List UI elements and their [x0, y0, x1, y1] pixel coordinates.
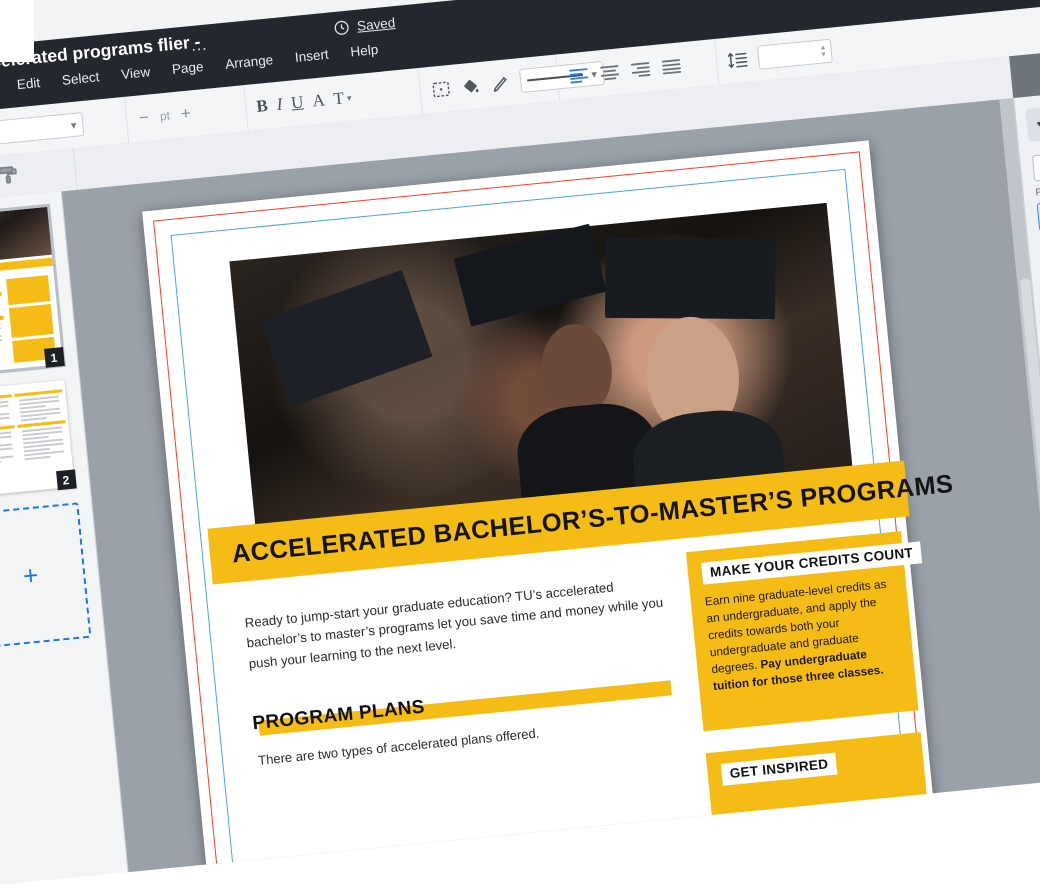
get-inspired-title: GET INSPIRED [721, 753, 837, 786]
title-overflow-icon[interactable]: … [189, 34, 209, 56]
credits-callout-box[interactable]: MAKE YOUR CREDITS COUNT Earn nine gradua… [686, 531, 919, 731]
line-spacing-icon[interactable] [726, 49, 750, 71]
text-color-button[interactable]: A [312, 90, 326, 111]
canvas-area[interactable]: ACCELERATED BACHELOR’S-TO-MASTER’S PROGR… [62, 99, 1040, 872]
thumb2-columns [0, 380, 72, 471]
chevron-down-icon: ▾ [1036, 119, 1040, 130]
menu-arrange[interactable]: Arrange [225, 52, 274, 72]
page-thumbnail-1[interactable]: 1 [0, 207, 62, 374]
text-options-button[interactable]: T [333, 88, 345, 109]
border-icon[interactable] [430, 77, 453, 100]
clock-icon [332, 19, 351, 38]
menu-view[interactable]: View [120, 64, 150, 82]
page-thumbnail-2[interactable]: 2 [0, 380, 74, 497]
font-size-decrease[interactable]: − [136, 107, 152, 128]
italic-button[interactable]: I [276, 95, 284, 115]
format-painter-icon[interactable] [0, 163, 21, 187]
pen-icon[interactable] [489, 72, 512, 95]
align-left-icon[interactable] [567, 65, 591, 85]
stepper-arrows[interactable]: ▲▼ [819, 45, 827, 59]
page-number-badge: 2 [56, 469, 77, 490]
document-page[interactable]: ACCELERATED BACHELOR’S-TO-MASTER’S PROGR… [142, 140, 961, 872]
save-status-label: Saved [356, 15, 396, 34]
add-page-button[interactable]: + [0, 502, 91, 648]
menu-select[interactable]: Select [61, 69, 100, 88]
menu-insert[interactable]: Insert [294, 47, 329, 65]
credits-callout-body: Earn nine graduate-level credits as an u… [704, 575, 901, 695]
font-size-increase[interactable]: + [178, 103, 194, 124]
menu-page[interactable]: Page [171, 59, 204, 77]
browser-window: L Accelerated programs flier - Up × + → [0, 0, 1040, 893]
font-size-unit: pt [159, 109, 170, 124]
page-number-badge: 1 [44, 347, 65, 368]
page-size-select[interactable]: Letter (8.5x11) ▼ [1032, 142, 1040, 182]
underline-button[interactable]: U [290, 92, 304, 113]
section-size-orientation[interactable]: ▾ Size & Orientation [1025, 95, 1040, 142]
chevron-down-icon[interactable]: ▾ [346, 92, 352, 103]
menu-help[interactable]: Help [350, 42, 379, 60]
bold-button[interactable]: B [255, 96, 268, 117]
get-inspired-callout-box[interactable]: GET INSPIRED [706, 732, 933, 872]
font-family-select[interactable]: ▾ [0, 112, 84, 145]
thumb-photo [0, 207, 51, 265]
align-center-icon[interactable] [598, 62, 622, 82]
orientation-portrait-button[interactable] [1037, 200, 1040, 231]
line-spacing-input[interactable]: ▲▼ [757, 39, 833, 70]
fill-bucket-icon[interactable] [459, 74, 482, 97]
align-right-icon[interactable] [629, 59, 653, 79]
menu-edit[interactable]: Edit [16, 75, 41, 92]
window-corner-mask [0, 0, 34, 62]
save-status: Saved [332, 14, 396, 37]
align-justify-icon[interactable] [660, 56, 684, 76]
